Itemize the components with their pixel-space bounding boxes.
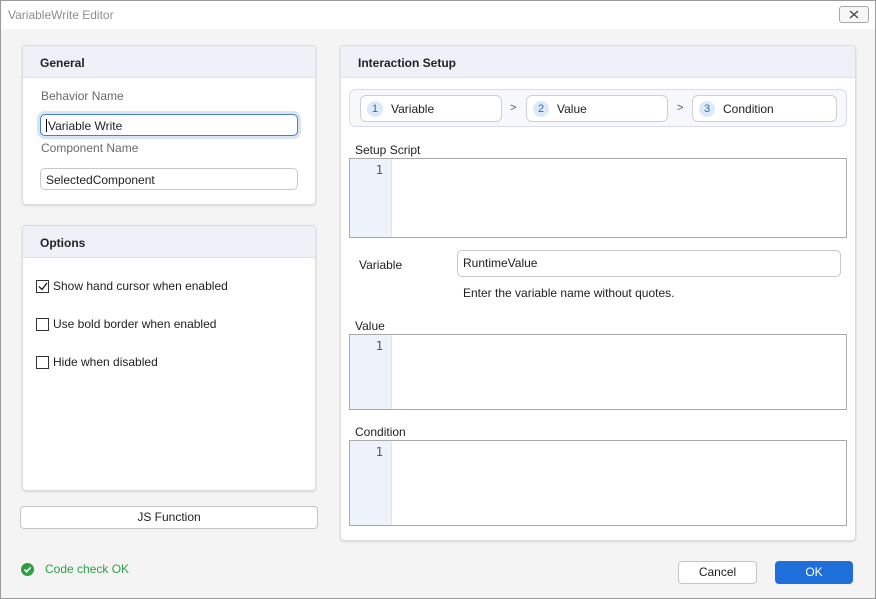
general-panel-header: General bbox=[23, 46, 315, 78]
line-gutter: 1 bbox=[350, 441, 392, 525]
step-separator: > bbox=[510, 102, 517, 114]
checkbox-unchecked[interactable] bbox=[36, 355, 49, 369]
options-panel-title: Options bbox=[40, 236, 86, 250]
step-label: Variable bbox=[391, 101, 435, 116]
option-label: Show hand cursor when enabled bbox=[53, 279, 228, 293]
behavior-name-input[interactable]: Variable Write bbox=[40, 114, 298, 136]
code-check-status: Code check OK bbox=[21, 562, 129, 576]
condition-editor[interactable]: 1 bbox=[349, 440, 847, 526]
close-x-icon bbox=[849, 10, 859, 19]
editor-window: VariableWrite Editor General Behavior Na… bbox=[0, 0, 876, 599]
js-function-button[interactable]: JS Function bbox=[20, 506, 318, 529]
option-show-hand-cursor[interactable]: Show hand cursor when enabled bbox=[36, 278, 228, 294]
text-caret bbox=[46, 119, 47, 132]
variable-label: Variable bbox=[359, 258, 403, 272]
variable-hint: Enter the variable name without quotes. bbox=[463, 286, 675, 300]
step-condition[interactable]: 3 Condition bbox=[692, 95, 837, 122]
checkbox-unchecked[interactable] bbox=[36, 317, 49, 331]
line-number: 1 bbox=[375, 339, 383, 353]
value-editor[interactable]: 1 bbox=[349, 334, 847, 410]
close-button[interactable] bbox=[839, 6, 869, 23]
options-panel: Options Show hand cursor when enabled Us… bbox=[22, 225, 316, 491]
step-label: Value bbox=[557, 101, 587, 116]
setup-script-editor[interactable]: 1 bbox=[349, 158, 847, 238]
variable-value: RuntimeValue bbox=[463, 256, 538, 270]
general-panel-title: General bbox=[40, 56, 85, 70]
component-name-value: SelectedComponent bbox=[46, 173, 155, 187]
value-label: Value bbox=[355, 319, 385, 333]
component-name-input[interactable]: SelectedComponent bbox=[40, 168, 298, 190]
option-bold-border[interactable]: Use bold border when enabled bbox=[36, 316, 216, 332]
behavior-name-value: Variable Write bbox=[48, 119, 123, 133]
step-variable[interactable]: 1 Variable bbox=[360, 95, 502, 122]
line-number: 1 bbox=[375, 445, 383, 459]
interaction-setup-header: Interaction Setup bbox=[341, 46, 855, 78]
option-hide-disabled[interactable]: Hide when disabled bbox=[36, 354, 158, 370]
behavior-name-label: Behavior Name bbox=[41, 89, 124, 103]
check-circle-icon bbox=[21, 562, 34, 576]
step-separator: > bbox=[677, 102, 684, 114]
condition-label: Condition bbox=[355, 425, 406, 439]
line-gutter: 1 bbox=[350, 159, 392, 237]
step-value[interactable]: 2 Value bbox=[526, 95, 668, 122]
line-gutter: 1 bbox=[350, 335, 392, 409]
options-panel-header: Options bbox=[23, 226, 315, 258]
option-label: Hide when disabled bbox=[53, 355, 158, 369]
checkbox-checked[interactable] bbox=[36, 279, 49, 293]
step-number: 2 bbox=[533, 100, 549, 117]
option-label: Use bold border when enabled bbox=[53, 317, 217, 331]
setup-script-label: Setup Script bbox=[355, 143, 421, 157]
title-bar: VariableWrite Editor bbox=[1, 1, 875, 29]
step-number: 3 bbox=[699, 100, 715, 117]
checkmark-icon bbox=[38, 282, 48, 291]
variable-input[interactable]: RuntimeValue bbox=[457, 250, 841, 277]
window-title: VariableWrite Editor bbox=[8, 8, 114, 22]
ok-button[interactable]: OK bbox=[775, 561, 853, 584]
step-bar: 1 Variable > 2 Value > 3 Condition bbox=[349, 89, 847, 127]
component-name-label: Component Name bbox=[41, 141, 139, 155]
cancel-button[interactable]: Cancel bbox=[678, 561, 757, 584]
line-number: 1 bbox=[375, 163, 383, 177]
status-text: Code check OK bbox=[45, 562, 130, 576]
interaction-setup-panel: Interaction Setup 1 Variable > 2 Value >… bbox=[340, 45, 856, 541]
step-number: 1 bbox=[367, 100, 383, 117]
general-panel: General Behavior Name Variable Write Com… bbox=[22, 45, 316, 205]
step-label: Condition bbox=[723, 101, 774, 116]
interaction-setup-title: Interaction Setup bbox=[358, 56, 457, 70]
